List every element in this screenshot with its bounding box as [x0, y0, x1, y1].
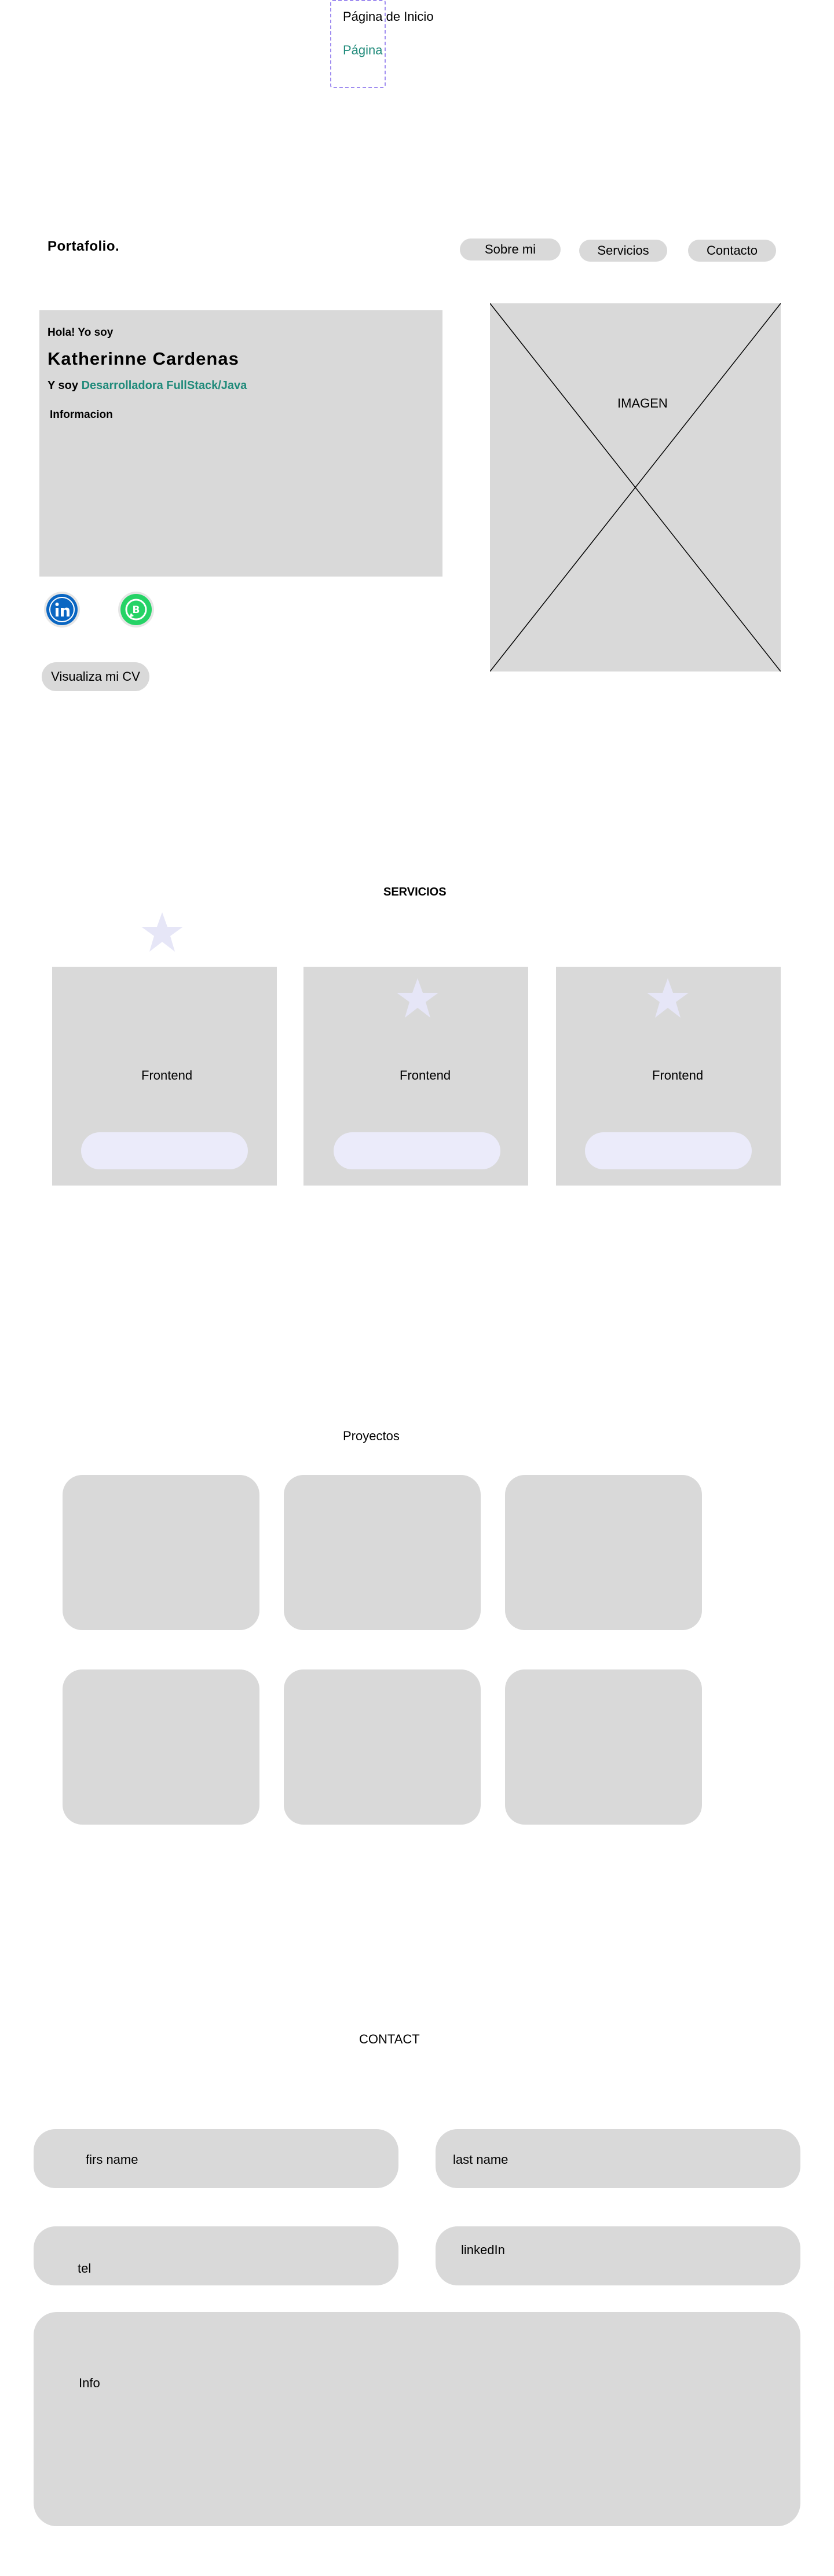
whatsapp-business-icon: B: [120, 594, 152, 625]
info-textarea[interactable]: Info: [34, 2312, 800, 2526]
linkedin-button[interactable]: [44, 592, 80, 628]
hero-image-placeholder: [490, 303, 781, 671]
project-card[interactable]: [284, 1669, 481, 1825]
variant-option-home[interactable]: Página de Inicio: [343, 9, 434, 24]
logo[interactable]: Portafolio.: [47, 238, 119, 255]
variant-option-home-active-clip: Página de Inicio: [343, 43, 385, 58]
project-card[interactable]: [63, 1669, 259, 1825]
projects-title: Proyectos: [343, 1429, 400, 1443]
service-card-label: Frontend: [141, 1068, 193, 1082]
project-card[interactable]: [63, 1475, 259, 1630]
service-card-button[interactable]: [585, 1132, 752, 1169]
project-card[interactable]: [505, 1669, 702, 1825]
hero-info-label: Informacion: [50, 409, 113, 421]
linkedin-field[interactable]: linkedIn: [436, 2226, 800, 2285]
star-icon: [141, 912, 183, 952]
whatsapp-button[interactable]: B: [118, 592, 154, 628]
tel-field[interactable]: tel: [34, 2226, 398, 2285]
hero-role-prefix: Y soy: [47, 379, 78, 392]
linkedin-placeholder: linkedIn: [461, 2243, 505, 2257]
tel-placeholder: tel: [78, 2261, 92, 2276]
star-icon: [397, 978, 438, 1018]
project-card[interactable]: [284, 1475, 481, 1630]
project-card[interactable]: [505, 1475, 702, 1630]
star-icon: [647, 978, 689, 1018]
cv-button[interactable]: Visualiza mi CV: [42, 662, 149, 691]
nav-item-contacto[interactable]: Contacto: [688, 240, 776, 262]
linkedin-icon: [46, 594, 78, 625]
hero-name: Katherinne Cardenas: [47, 348, 239, 369]
last-name-placeholder: last name: [453, 2152, 509, 2167]
hero-image-label: IMAGEN: [617, 396, 668, 410]
first-name-field[interactable]: firs name: [34, 2129, 398, 2188]
service-card-label: Frontend: [652, 1068, 704, 1082]
info-placeholder: Info: [79, 2376, 100, 2390]
hero-greeting: Hola! Yo soy: [47, 326, 114, 339]
service-card-button[interactable]: [334, 1132, 500, 1169]
svg-text:B: B: [133, 604, 140, 616]
image-placeholder-cross: [490, 303, 781, 671]
hero-role: Desarrolladora FullStack/Java: [81, 379, 247, 392]
service-card-button[interactable]: [81, 1132, 248, 1169]
services-title: SERVICIOS: [383, 886, 447, 898]
nav-item-sobre-mi[interactable]: Sobre mi: [460, 238, 561, 260]
contact-title: CONTACT: [359, 2032, 420, 2046]
service-card-label: Frontend: [400, 1068, 451, 1082]
nav-item-servicios[interactable]: Servicios: [579, 240, 667, 262]
variant-option-home-active[interactable]: Página de Inicio: [343, 43, 385, 58]
last-name-field[interactable]: last name: [436, 2129, 800, 2188]
hero-role-line: Y soy Desarrolladora FullStack/Java: [47, 379, 247, 392]
first-name-placeholder: firs name: [86, 2152, 138, 2167]
